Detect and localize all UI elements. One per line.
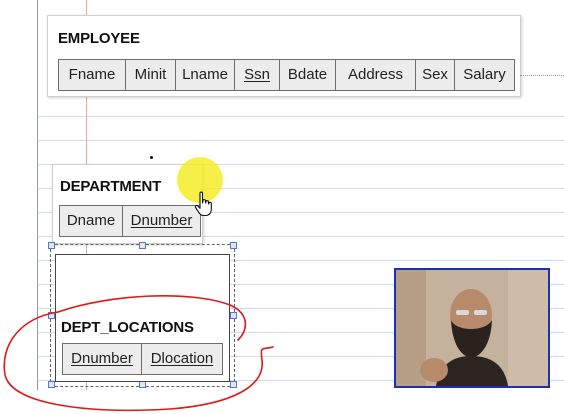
webcam-overlay [394,268,550,388]
presenter-video-frame [396,270,548,386]
hand-pointer-icon [194,191,212,217]
